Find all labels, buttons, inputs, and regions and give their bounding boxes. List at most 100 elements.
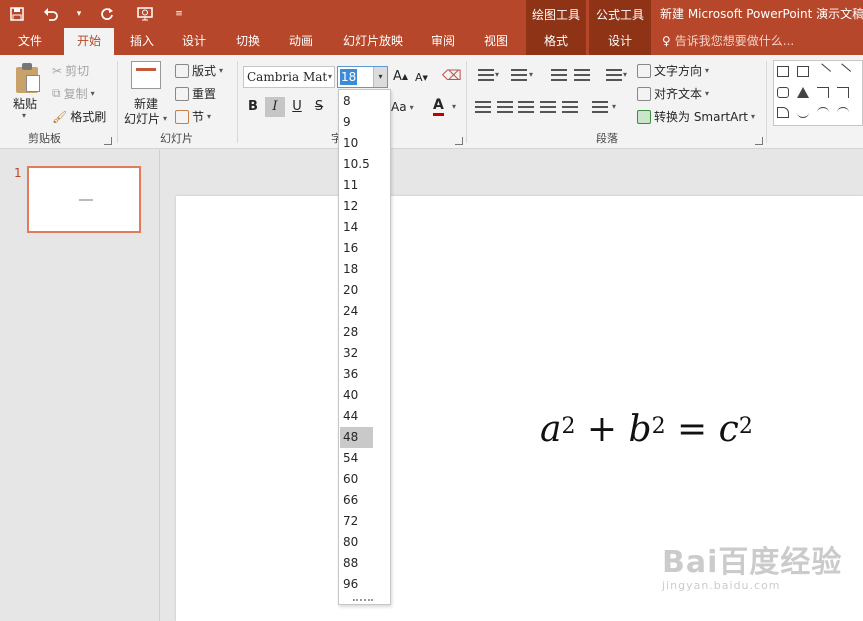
- freeform-shape-icon[interactable]: [777, 107, 789, 118]
- align-center-icon[interactable]: [497, 101, 515, 115]
- font-size-option[interactable]: 14: [340, 217, 373, 238]
- numbering-dropdown-icon[interactable]: ▾: [529, 70, 533, 79]
- shapes-gallery[interactable]: [773, 60, 863, 126]
- layout-button[interactable]: 版式 ▾: [175, 62, 223, 79]
- textbox-shape-icon[interactable]: [777, 66, 789, 77]
- paste-dropdown-icon[interactable]: ▾: [22, 111, 26, 120]
- new-slide-dropdown[interactable]: 幻灯片 ▾: [124, 110, 167, 127]
- tab-animations[interactable]: 动画: [279, 28, 323, 55]
- font-size-option[interactable]: 20: [340, 280, 373, 301]
- bullets-icon[interactable]: [475, 69, 494, 83]
- redo-icon[interactable]: [90, 0, 124, 28]
- scribble-shape-icon[interactable]: [837, 107, 849, 118]
- font-name-dropdown-icon[interactable]: ▾: [328, 67, 332, 87]
- align-left-icon[interactable]: [475, 101, 493, 115]
- triangle-shape-icon[interactable]: [797, 87, 809, 98]
- font-size-option[interactable]: 24: [340, 301, 373, 322]
- tab-transitions[interactable]: 切换: [226, 28, 270, 55]
- font-size-option[interactable]: 10: [340, 133, 373, 154]
- smartart-button[interactable]: 转换为 SmartArt ▾: [637, 108, 755, 125]
- font-size-option-highlighted[interactable]: 48: [340, 427, 373, 448]
- bullets-dropdown-icon[interactable]: ▾: [495, 70, 499, 79]
- curve-shape-icon[interactable]: [797, 107, 809, 118]
- font-size-option[interactable]: 11: [340, 175, 373, 196]
- tab-slideshow[interactable]: 幻灯片放映: [336, 28, 410, 55]
- tab-review[interactable]: 审阅: [421, 28, 465, 55]
- font-size-option[interactable]: 44: [340, 406, 373, 427]
- distributed-icon[interactable]: [562, 101, 580, 115]
- arc-shape-icon[interactable]: [817, 107, 829, 118]
- font-size-option[interactable]: 88: [340, 553, 373, 574]
- font-size-option[interactable]: 8: [340, 91, 373, 112]
- align-text-button[interactable]: 对齐文本 ▾: [637, 85, 709, 102]
- line-spacing-icon[interactable]: [603, 69, 622, 83]
- new-slide-icon[interactable]: [131, 61, 161, 89]
- resize-grip-icon[interactable]: [353, 599, 373, 601]
- format-painter-button[interactable]: 🖌 格式刷: [52, 108, 106, 125]
- justify-icon[interactable]: [540, 101, 558, 115]
- paste-icon[interactable]: [14, 63, 42, 93]
- increase-indent-icon[interactable]: [572, 69, 590, 83]
- tab-home[interactable]: 开始: [64, 28, 114, 55]
- font-launcher-icon[interactable]: [455, 137, 463, 145]
- font-size-option[interactable]: 18: [340, 259, 373, 280]
- equation[interactable]: a2 + b2 = c2: [540, 409, 753, 450]
- font-size-option[interactable]: 96: [340, 574, 373, 595]
- strikethrough-button[interactable]: S: [309, 97, 329, 117]
- tab-equation-design[interactable]: 设计: [589, 28, 651, 55]
- font-size-option[interactable]: 10.5: [340, 154, 373, 175]
- numbering-icon[interactable]: [508, 69, 527, 83]
- columns-dropdown-icon[interactable]: ▾: [612, 102, 616, 111]
- font-size-option[interactable]: 12: [340, 196, 373, 217]
- tell-me-box[interactable]: ♀ 告诉我您想要做什么...: [662, 28, 794, 55]
- font-size-option[interactable]: 80: [340, 532, 373, 553]
- font-size-option[interactable]: 40: [340, 385, 373, 406]
- font-size-option[interactable]: 54: [340, 448, 373, 469]
- font-size-box[interactable]: 18 ▾: [337, 66, 388, 88]
- line-spacing-dropdown-icon[interactable]: ▾: [623, 70, 627, 79]
- columns-icon[interactable]: [592, 101, 610, 115]
- shrink-font-button[interactable]: A ▼: [415, 71, 428, 84]
- undo-icon[interactable]: [34, 0, 68, 28]
- tab-insert[interactable]: 插入: [120, 28, 164, 55]
- font-size-value[interactable]: 18: [340, 69, 358, 85]
- change-case-button[interactable]: Aa ▾: [391, 100, 414, 114]
- slide-thumbnail[interactable]: [27, 166, 141, 233]
- font-size-option[interactable]: 72: [340, 511, 373, 532]
- text-direction-button[interactable]: 文字方向 ▾: [637, 62, 709, 79]
- font-color-dropdown-icon[interactable]: ▾: [452, 102, 456, 111]
- paste-button[interactable]: 粘贴: [13, 95, 37, 112]
- decrease-indent-icon[interactable]: [549, 69, 567, 83]
- save-icon[interactable]: [0, 0, 34, 28]
- undo-dropdown-icon[interactable]: ▾: [68, 0, 90, 28]
- font-size-dropdown-icon[interactable]: ▾: [373, 67, 387, 87]
- align-right-icon[interactable]: [518, 101, 536, 115]
- font-size-option[interactable]: 16: [340, 238, 373, 259]
- clear-formatting-icon[interactable]: ⌫: [442, 68, 462, 84]
- font-size-option[interactable]: 28: [340, 322, 373, 343]
- font-size-option[interactable]: 60: [340, 469, 373, 490]
- start-slideshow-icon[interactable]: [124, 0, 168, 28]
- bold-button[interactable]: B: [243, 97, 263, 117]
- elbow-arrow-icon[interactable]: [837, 87, 849, 98]
- grow-font-button[interactable]: A ▲: [393, 69, 408, 84]
- customize-qat-icon[interactable]: ≡: [168, 0, 190, 28]
- cut-button[interactable]: ✂ 剪切: [52, 62, 89, 79]
- font-color-button[interactable]: A: [433, 98, 444, 116]
- font-name-box[interactable]: Cambria Mat ▾: [243, 66, 335, 88]
- rounded-rect-shape-icon[interactable]: [777, 87, 789, 98]
- clipboard-launcher-icon[interactable]: [104, 137, 112, 145]
- copy-button[interactable]: ⧉ 复制 ▾: [52, 85, 95, 102]
- font-size-option[interactable]: 66: [340, 490, 373, 511]
- arrow-shape-icon[interactable]: [834, 63, 852, 80]
- paragraph-launcher-icon[interactable]: [755, 137, 763, 145]
- line-shape-icon[interactable]: [814, 63, 832, 80]
- font-size-option[interactable]: 36: [340, 364, 373, 385]
- elbow-connector-icon[interactable]: [817, 87, 829, 98]
- tab-view[interactable]: 视图: [474, 28, 518, 55]
- underline-button[interactable]: U: [287, 97, 307, 117]
- font-size-option[interactable]: 32: [340, 343, 373, 364]
- section-button[interactable]: 节 ▾: [175, 108, 211, 125]
- italic-button[interactable]: I: [265, 97, 285, 117]
- reset-button[interactable]: 重置: [175, 85, 216, 102]
